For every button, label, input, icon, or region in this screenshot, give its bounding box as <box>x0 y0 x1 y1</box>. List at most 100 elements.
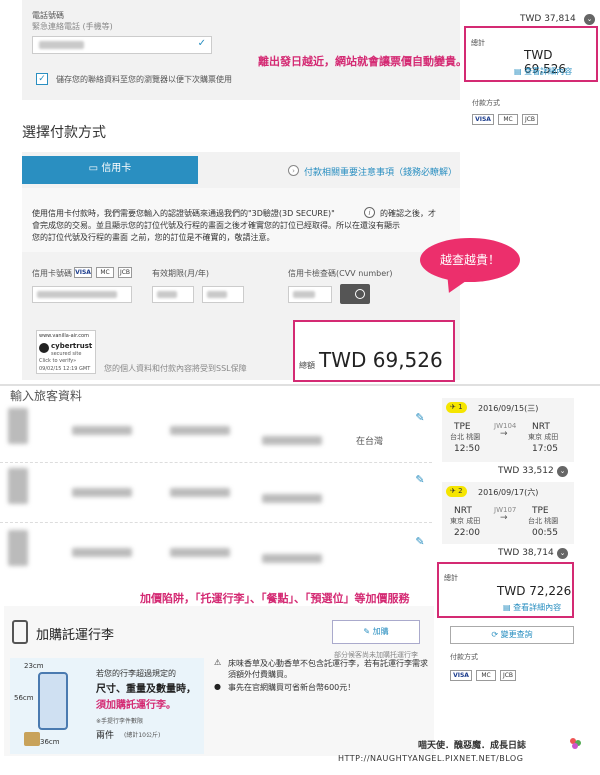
passenger-nationality-2 <box>262 494 322 503</box>
plane-icon: ✈ 1 <box>446 402 467 413</box>
cybertrust-logo-icon <box>39 343 49 353</box>
luggage-heading1: 若您的行李超過規定的 <box>96 669 176 678</box>
suitcase-icon <box>38 672 68 730</box>
luggage-bullet2: 事先在官網購買可省新台幣600元！ <box>228 683 356 692</box>
add-luggage-button[interactable]: ✎ 加購 <box>332 620 420 644</box>
edit-pencil-icon[interactable]: ✎ <box>412 472 428 488</box>
summary-total-box: 總計 TWD 69,526 ▤ 查看詳細內容 <box>464 26 598 82</box>
arrival-time: 17:05 <box>532 444 558 454</box>
edit-pencil-icon[interactable]: ✎ <box>412 534 428 550</box>
save-info-checkbox[interactable]: ✓ <box>36 73 48 85</box>
passenger-avatar-2 <box>8 468 28 504</box>
summary-total-label: 總計 <box>471 39 485 47</box>
bubble-text: 越查越貴！ <box>439 253 500 267</box>
from-name: 東京 成田 <box>450 517 481 525</box>
desc-line1b: 的確認之後，才 <box>380 209 436 218</box>
desc-line1: 使用信用卡付款時，我們需要您輸入的認證號碼來通過我們的"3D驗證(3D SECU… <box>32 209 335 218</box>
luggage-info-panel: 23cm 56cm 36cm 若您的行李超過規定的 尺寸、重量及數量時， 須加購… <box>10 658 204 754</box>
arrow-right-icon: → <box>500 513 508 523</box>
card-number-label: 信用卡號碼 <box>32 269 72 278</box>
verify-date: 09/02/15 12:19 GMT <box>39 366 91 372</box>
luggage-heading3: 須加購託運行李。 <box>96 700 176 711</box>
bag-icon <box>24 732 40 746</box>
passenger-field-2 <box>170 488 230 497</box>
departure-time: 12:50 <box>454 444 480 454</box>
passenger-field-3 <box>170 548 230 557</box>
document-icon: ▤ <box>503 603 511 612</box>
info-icon[interactable]: i <box>364 207 375 218</box>
change-search-button[interactable]: ⟳ 變更查詢 <box>450 626 574 644</box>
payment-method-label: 付款方式 <box>472 99 500 107</box>
to-name: 台北 桃園 <box>528 517 559 525</box>
chevron-down-icon[interactable]: ⌄ <box>557 548 568 559</box>
expiry-year-select[interactable] <box>202 286 244 303</box>
tab-credit-card-label: 信用卡 <box>101 163 132 174</box>
details-link[interactable]: ▤ 查看詳細內容 <box>503 602 561 613</box>
passenger-list: 在台灣 ✎ ✎ ✎ <box>0 402 440 602</box>
annotation-price-rise: 離出發日越近，網站就會讓票價自動變貴。 <box>258 55 467 68</box>
mastercard-icon: MC <box>476 670 496 681</box>
payment-tab-bar: ▭ 信用卡 › 付款相關重要注意事項（錢務必瞭解） <box>22 152 460 188</box>
passenger-avatar-3 <box>8 530 28 566</box>
expiry-month-select[interactable] <box>152 286 194 303</box>
passenger-name-3 <box>72 548 132 557</box>
passenger-field-1 <box>170 426 230 435</box>
add-luggage-label: 加購 <box>372 627 389 636</box>
ssl-note: 您的個人資料和付款內容將受到SSL保障 <box>104 364 247 373</box>
phone-input[interactable]: ✓ <box>32 36 212 54</box>
jcb-icon: JCB <box>500 670 516 681</box>
expiry-month-redacted <box>157 291 177 298</box>
segment-2-price: TWD 38,714 <box>498 548 554 558</box>
save-info-label: 儲存您的聯絡資料至您的瀏覽器以便下次購票使用 <box>56 75 232 84</box>
visa-icon: VISA <box>472 114 494 125</box>
price-summary-top: TWD 37,814 ⌄ 總計 TWD 69,526 ▤ 查看詳細內容 付款方式… <box>462 10 600 140</box>
luggage-heading2: 尺寸、重量及數量時， <box>96 684 196 695</box>
plane-icon: ✈ 2 <box>446 486 467 497</box>
edit-pencil-icon[interactable]: ✎ <box>412 410 428 426</box>
from-name: 台北 桃園 <box>450 433 481 441</box>
flight-date: 2016/09/15(三) <box>478 404 539 413</box>
arrow-right-icon: → <box>500 429 508 439</box>
to-code: NRT <box>532 422 550 432</box>
summary-total-amount: TWD 72,226 <box>497 584 572 598</box>
card-number-input[interactable] <box>32 286 132 303</box>
payment-section-title: 選擇付款方式 <box>22 125 106 141</box>
details-link-label: 查看詳細內容 <box>513 603 562 612</box>
flight-segment-1: ✈ 1 2016/09/15(三) TPE 台北 桃園 12:50 JW104 … <box>442 398 574 462</box>
dim-height: 23cm <box>24 662 44 670</box>
payment-notice-link[interactable]: 付款相關重要注意事項（錢務必瞭解） <box>304 165 457 178</box>
summary-total-label: 總計 <box>444 574 458 582</box>
cvv-label: 信用卡檢查碼(CVV number) <box>288 269 393 278</box>
prev-segment-price: TWD 37,814 <box>520 14 576 24</box>
total-price-box: 總額 TWD 69,526 <box>293 320 455 382</box>
cybertrust-sub: secured site <box>51 351 82 357</box>
carry-label: ※手提行李件數限 <box>96 718 144 725</box>
chevron-down-icon[interactable]: ⌄ <box>584 14 595 25</box>
expiry-label: 有效期限(月/年) <box>152 269 209 278</box>
verify-link: Click to verify» <box>39 358 77 364</box>
blog-watermark-url: HTTP://NAUGHTYANGEL.PIXNET.NET/BLOG <box>338 754 524 763</box>
details-link[interactable]: ▤ 查看詳細內容 <box>514 66 572 77</box>
segment-number: 1 <box>458 403 463 411</box>
document-icon: ▤ <box>514 67 522 76</box>
chevron-down-icon[interactable]: ⌄ <box>557 466 568 477</box>
row-divider <box>0 462 432 463</box>
seal-site: www.vanilla-air.com <box>39 333 89 339</box>
luggage-icon <box>12 620 28 644</box>
phone-value-redacted <box>39 41 84 49</box>
expiry-year-redacted <box>207 291 227 298</box>
summary-total-box-bottom: 總計 TWD 72,226 ▤ 查看詳細內容 <box>437 562 574 618</box>
passenger-nationality-1 <box>262 436 322 445</box>
nationality-text: 在台灣 <box>356 437 384 447</box>
mastercard-icon: MC <box>498 114 518 125</box>
cybertrust-seal[interactable]: www.vanilla-air.com cybertrust secured s… <box>36 330 96 374</box>
from-code: NRT <box>454 506 472 516</box>
total-label: 總額 <box>299 361 315 370</box>
to-name: 東京 成田 <box>528 433 559 441</box>
cvv-card-icon <box>340 284 370 304</box>
arrival-time: 00:55 <box>532 528 558 538</box>
payment-description: 使用信用卡付款時，我們需要您輸入的認證號碼來通過我們的"3D驗證(3D SECU… <box>22 188 460 252</box>
change-search-label: 變更查詢 <box>500 630 533 639</box>
cvv-input[interactable] <box>288 286 332 303</box>
tab-credit-card[interactable]: ▭ 信用卡 <box>22 156 198 184</box>
